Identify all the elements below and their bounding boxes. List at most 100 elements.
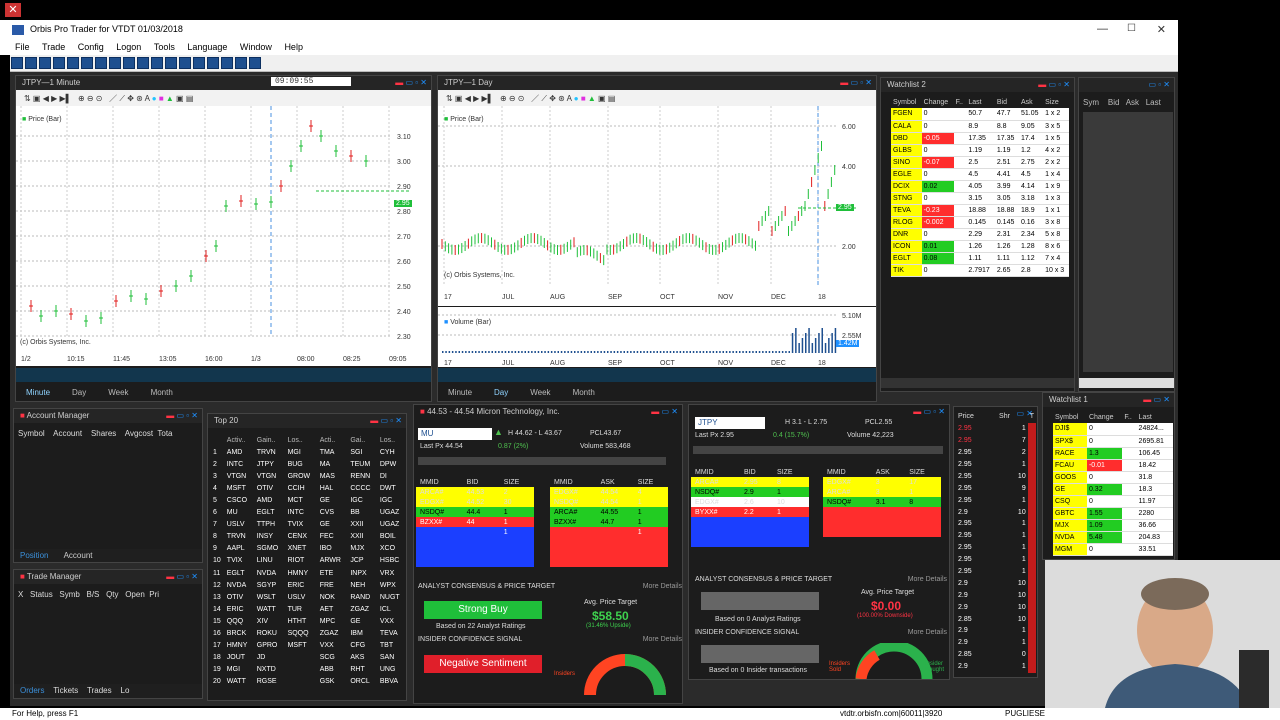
tab-account[interactable]: Account — [64, 551, 93, 560]
top20-cell[interactable]: SGI — [347, 446, 377, 458]
top20-cell[interactable]: VTGN — [224, 470, 254, 482]
window-controls[interactable]: ▭ ▫ ✕ — [1148, 80, 1170, 89]
top20-cell[interactable]: INPX — [347, 567, 377, 579]
tab-minute[interactable]: Minute — [26, 388, 50, 397]
top20-cell[interactable]: USLV — [224, 519, 254, 531]
top20-row[interactable]: 4 MSFT OTIV CCIH HAL CCCC DWT — [210, 482, 406, 494]
top20-cell[interactable]: SCG — [317, 652, 348, 664]
top20-cell[interactable]: TRVN — [254, 446, 285, 458]
level2-row[interactable]: ARCA# 3 1 — [823, 487, 941, 497]
toolbar-icon[interactable] — [165, 57, 177, 69]
column-header[interactable]: Size — [1043, 96, 1069, 108]
top20-row[interactable]: 14 ERIC WATT TUR AET ZGAZ ICL — [210, 603, 406, 615]
toolbar-icon[interactable] — [81, 57, 93, 69]
top20-cell[interactable]: BUG — [285, 458, 317, 470]
toolbar-icon[interactable] — [221, 57, 233, 69]
top20-cell[interactable]: ORCL — [347, 676, 377, 688]
top20-cell[interactable]: BOIL — [377, 531, 406, 543]
top20-cell[interactable]: FRE — [317, 579, 348, 591]
level2-row[interactable]: NSDQ# 44.4 1 — [416, 507, 534, 517]
top20-cell[interactable]: RHT — [347, 664, 377, 676]
top20-column-tab[interactable]: Gai.. — [347, 434, 377, 446]
top20-cell[interactable]: NXTD — [254, 664, 285, 676]
top20-cell[interactable]: LINU — [254, 555, 285, 567]
top20-cell[interactable]: MGI — [285, 446, 317, 458]
top20-cell[interactable]: WPX — [377, 579, 406, 591]
top20-cell[interactable]: ARWR — [317, 555, 348, 567]
top20-cell[interactable]: TVIX — [285, 519, 317, 531]
top20-row[interactable]: 1 AMD TRVN MGI TMA SGI CYH — [210, 446, 406, 458]
top20-cell[interactable]: AMD — [224, 446, 254, 458]
window-controls[interactable]: ▬ ▭ ✕ — [1143, 395, 1170, 404]
top20-cell[interactable]: JD — [254, 652, 285, 664]
toolbar-icon[interactable] — [53, 57, 65, 69]
top20-cell[interactable]: IGC — [377, 494, 406, 506]
top20-row[interactable]: 11 EGLT NVDA HMNY ETE INPX VRX — [210, 567, 406, 579]
top20-cell[interactable]: SGMO — [254, 543, 285, 555]
top20-row[interactable]: 5 CSCO AMD MCT GE IGC IGC — [210, 494, 406, 506]
top20-cell[interactable]: DWT — [377, 482, 406, 494]
top20-cell[interactable]: HTHT — [285, 615, 317, 627]
top20-row[interactable]: 8 TRVN INSY CENX FEC XXII BOIL — [210, 531, 406, 543]
tab-minute[interactable]: Minute — [448, 388, 472, 397]
watchlist-row[interactable]: EGLE 0 4.5 4.41 4.5 1 x 4 — [891, 168, 1069, 181]
tab-day[interactable]: Day — [494, 388, 508, 397]
top20-cell[interactable]: VXX — [377, 615, 406, 627]
watchlist-row[interactable]: TIK 0 2.7917 2.65 2.8 10 x 3 — [891, 264, 1069, 277]
menu-trade[interactable]: Trade — [37, 40, 70, 54]
toolbar-icon[interactable] — [193, 57, 205, 69]
watchlist-row[interactable]: CALA 0 8.9 8.8 9.05 3 x 5 — [891, 120, 1069, 133]
horizontal-scrollbar[interactable] — [881, 378, 1074, 388]
watchlist-row[interactable]: TEVA -0.23 18.88 18.88 18.9 1 x 1 — [891, 204, 1069, 217]
symbol-input[interactable]: JTPY — [695, 417, 765, 429]
top20-cell[interactable]: XIV — [254, 615, 285, 627]
watchlist-row[interactable]: RACE 1.3 106.45 — [1053, 447, 1173, 460]
toolbar-icon[interactable] — [137, 57, 149, 69]
level2-row[interactable]: ARCA# 44.55 1 — [550, 507, 668, 517]
overview-strip[interactable] — [16, 368, 431, 382]
toolbar-icon[interactable] — [235, 57, 247, 69]
top20-cell[interactable]: CSCO — [224, 494, 254, 506]
top20-row[interactable]: 2 INTC JTPY BUG MA TEUM DPW — [210, 458, 406, 470]
top20-cell[interactable]: JOUT — [224, 652, 254, 664]
top20-cell[interactable]: TUR — [285, 603, 317, 615]
top20-cell[interactable]: XNET — [285, 543, 317, 555]
top20-cell[interactable]: TEVA — [377, 628, 406, 640]
level2-row[interactable]: EDGX# 2.6 10 — [691, 497, 809, 507]
toolbar-icon[interactable] — [39, 57, 51, 69]
top20-column-tab[interactable]: Activ.. — [224, 434, 254, 446]
top20-cell[interactable]: HSBC — [377, 555, 406, 567]
level2-row[interactable]: BZXX# 44.7 1 — [550, 517, 668, 527]
top20-cell[interactable]: GE — [317, 519, 348, 531]
menu-language[interactable]: Language — [182, 40, 232, 54]
level2-row[interactable]: BZXX# 44 1 — [416, 517, 534, 527]
watchlist-row[interactable]: MJX 1.09 36.66 — [1053, 519, 1173, 532]
top20-row[interactable]: 13 OTIV WSLT USLV NOK RAND NUGT — [210, 591, 406, 603]
top20-cell[interactable]: HMNY — [285, 567, 317, 579]
toolbar-icon[interactable] — [67, 57, 79, 69]
tab-tickets[interactable]: Tickets — [53, 686, 78, 695]
tab-week[interactable]: Week — [108, 388, 128, 397]
more-details-link[interactable]: More Details — [908, 629, 947, 636]
top20-cell[interactable]: WSLT — [254, 591, 285, 603]
window-controls[interactable]: ▬ ▭ ✕ — [651, 407, 678, 416]
top20-cell[interactable]: GE — [347, 615, 377, 627]
watchlist-row[interactable]: DNR 0 2.29 2.31 2.34 5 x 8 — [891, 228, 1069, 241]
toolbar-icon[interactable] — [123, 57, 135, 69]
top20-cell[interactable]: MJX — [347, 543, 377, 555]
level2-row[interactable]: BYXX# 2.2 1 — [691, 507, 809, 517]
top20-cell[interactable]: BB — [347, 507, 377, 519]
negative-sentiment-button[interactable]: Negative Sentiment — [424, 655, 542, 673]
top20-cell[interactable]: SQQQ — [285, 628, 317, 640]
level2-row[interactable]: NSDQ# 2.9 1 — [691, 487, 809, 497]
top20-cell[interactable]: NVDA — [254, 567, 285, 579]
top20-cell[interactable]: ETE — [317, 567, 348, 579]
top20-cell[interactable]: SAN — [377, 652, 406, 664]
top20-cell[interactable]: MAS — [317, 470, 348, 482]
maximize-icon[interactable]: ☐ — [1127, 23, 1136, 34]
level2-row[interactable]: EDGX# 44.52 30 — [416, 497, 534, 507]
top20-cell[interactable]: CCIH — [285, 482, 317, 494]
top20-cell[interactable]: DI — [377, 470, 406, 482]
chart-toolbar[interactable]: ⇅ ▣ ◀ ▶ ▶▌ ⊕ ⊖ ⊙ ／ ⟋ ✥ ⊛ A ● ■ ▲ ▣ ▤ — [438, 90, 876, 106]
tab-month[interactable]: Month — [573, 388, 595, 397]
